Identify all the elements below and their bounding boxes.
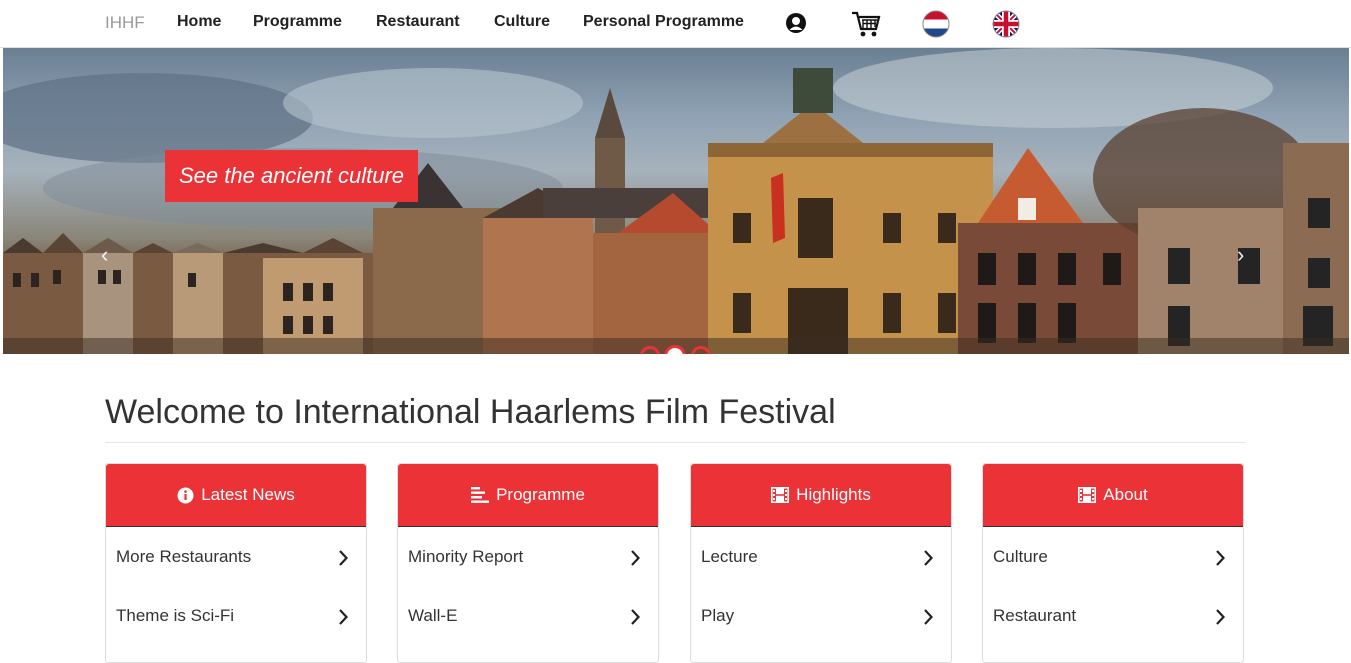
divider	[105, 442, 1245, 443]
top-navbar: IHHF Home Programme Restaurant Culture P…	[0, 0, 1351, 48]
panel-title: About	[1103, 485, 1148, 504]
chevron-right-icon	[631, 608, 640, 625]
user-icon[interactable]	[785, 12, 807, 39]
nav-personal-programme[interactable]: Personal Programme	[583, 13, 744, 31]
list-item-label: Minority Report	[408, 546, 524, 566]
list-item[interactable]: Restaurant	[983, 586, 1243, 645]
panel-programme: Programme Minority Report Wall-E	[397, 463, 659, 663]
chevron-right-icon	[339, 608, 348, 625]
list-item-label: Lecture	[701, 546, 758, 566]
panel-latest-news: Latest News More Restaurants Theme is Sc…	[105, 463, 367, 663]
list-item-label: Theme is Sci-Fi	[116, 605, 235, 625]
carousel-prev-button[interactable]: ‹	[101, 242, 108, 268]
list-item-label: Wall-E	[408, 605, 458, 625]
panel-header: About	[983, 464, 1243, 527]
list-item[interactable]: Wall-E	[398, 586, 658, 645]
nav-programme[interactable]: Programme	[253, 13, 342, 31]
list-item[interactable]: Minority Report	[398, 527, 658, 586]
list-item-label: Restaurant	[993, 605, 1077, 625]
list-item[interactable]: Culture	[983, 527, 1243, 586]
hero-caption: See the ancient culture	[165, 150, 419, 202]
panel-highlights: Highlights Lecture Play	[690, 463, 952, 663]
chevron-right-icon	[339, 549, 348, 566]
chevron-right-icon	[1216, 608, 1225, 625]
chevron-right-icon	[631, 549, 640, 566]
uk-flag-icon[interactable]	[992, 10, 1020, 43]
list-item-label: Play	[701, 605, 735, 625]
list-item-label: More Restaurants	[116, 546, 252, 566]
netherlands-flag-icon[interactable]	[922, 10, 950, 43]
info-icon	[177, 487, 194, 503]
nav-restaurant[interactable]: Restaurant	[376, 13, 460, 31]
panel-header: Highlights	[691, 464, 951, 527]
brand-link[interactable]: IHHF	[105, 13, 145, 33]
hero-carousel: See the ancient culture ‹ ›	[3, 48, 1349, 354]
nav-culture[interactable]: Culture	[494, 13, 550, 31]
list-icon	[471, 487, 490, 503]
list-item[interactable]: Lecture	[691, 527, 951, 586]
page-title: Welcome to International Haarlems Film F…	[105, 393, 836, 431]
list-item[interactable]: More Restaurants	[106, 527, 366, 586]
chevron-right-icon	[1216, 549, 1225, 566]
chevron-right-icon	[924, 608, 933, 625]
list-item-label: Culture	[993, 546, 1048, 566]
list-item[interactable]: Play	[691, 586, 951, 645]
panel-header: Programme	[398, 464, 658, 527]
carousel-next-button[interactable]: ›	[1237, 242, 1244, 268]
panel-title: Highlights	[796, 485, 871, 504]
panel-title: Programme	[496, 485, 585, 504]
cart-icon[interactable]	[851, 10, 881, 43]
nav-home[interactable]: Home	[177, 13, 221, 31]
chevron-right-icon	[924, 549, 933, 566]
film-icon	[771, 487, 790, 503]
film-icon	[1078, 487, 1097, 503]
panel-about: About Culture Restaurant	[982, 463, 1244, 663]
list-item[interactable]: Theme is Sci-Fi	[106, 586, 366, 645]
panel-title: Latest News	[201, 485, 295, 504]
panel-header: Latest News	[106, 464, 366, 527]
